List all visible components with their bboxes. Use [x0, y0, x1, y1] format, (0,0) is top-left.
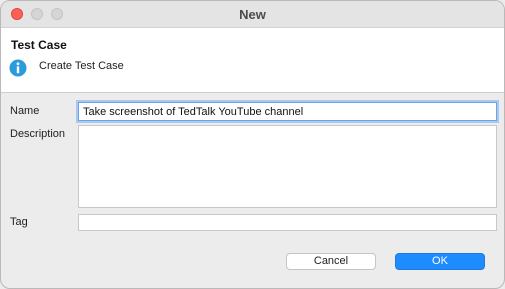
tag-input[interactable] [78, 214, 497, 231]
ok-button[interactable]: OK [395, 253, 485, 270]
name-input[interactable] [78, 102, 497, 121]
name-label: Name [10, 105, 40, 117]
cancel-button[interactable]: Cancel [286, 253, 376, 270]
dialog-header: Test Case Create Test Case [1, 28, 504, 93]
description-textarea[interactable] [78, 125, 497, 208]
new-test-case-dialog: New Test Case Create Test Case Name Desc… [0, 0, 505, 289]
window-title: New [239, 7, 266, 22]
title-bar: New [1, 1, 504, 28]
description-label: Description [10, 128, 66, 140]
header-title: Test Case [11, 38, 67, 52]
header-subtitle: Create Test Case [39, 60, 124, 72]
tag-label: Tag [10, 216, 28, 228]
info-icon [9, 59, 27, 77]
